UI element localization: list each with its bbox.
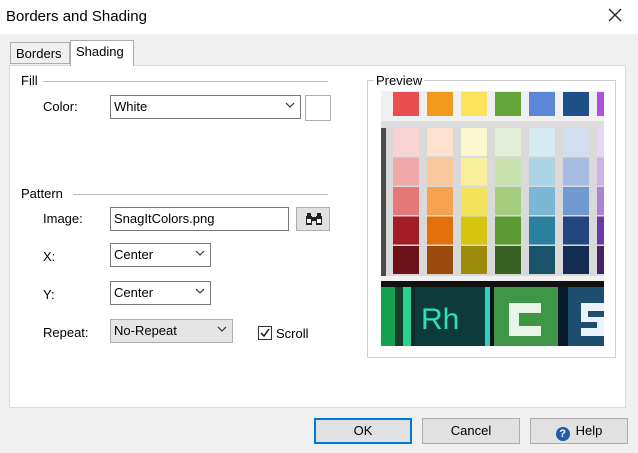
repeat-select[interactable]: No-Repeat [110, 319, 233, 343]
chevron-down-icon [285, 102, 295, 108]
browse-image-button[interactable] [296, 207, 330, 231]
palette-shade-swatch [529, 187, 555, 215]
palette-swatch [563, 92, 589, 116]
checkmark-icon [260, 328, 270, 338]
palette-shade-swatch [461, 216, 487, 245]
image-label: Image: [43, 211, 83, 226]
color-swatch-button[interactable] [305, 95, 331, 121]
palette-shade-swatch [529, 216, 555, 245]
pattern-group-label: Pattern [21, 186, 63, 201]
palette-swatch [427, 92, 453, 116]
fill-group-divider [43, 81, 328, 82]
y-label: Y: [43, 287, 55, 302]
title-bar: Borders and Shading [0, 0, 638, 34]
palette-shade-swatch [393, 216, 419, 245]
fill-group-label: Fill [21, 73, 38, 88]
ok-button-label: OK [353, 423, 373, 438]
palette-shade-swatch [427, 157, 453, 186]
app-tile-rh-text: Rh [421, 303, 459, 336]
tab-borders-label: Borders [16, 46, 62, 61]
color-select-value: White [114, 99, 148, 114]
y-position-value: Center [114, 285, 154, 300]
palette-shade-swatch [563, 128, 589, 156]
tab-shading[interactable]: Shading [70, 40, 134, 66]
palette-shade-swatch [461, 246, 487, 274]
palette-shade-swatch [529, 157, 555, 186]
palette-swatch [495, 92, 521, 116]
cancel-button[interactable]: Cancel [422, 418, 520, 444]
palette-shade-swatch [393, 246, 419, 274]
binoculars-icon [306, 213, 322, 225]
tab-borders[interactable]: Borders [10, 42, 70, 64]
repeat-label: Repeat: [43, 325, 89, 340]
scroll-label: Scroll [276, 326, 309, 341]
close-icon[interactable] [604, 5, 626, 27]
ok-button[interactable]: OK [314, 418, 412, 444]
palette-shade-swatch [563, 187, 589, 215]
palette-shade-swatch [495, 128, 521, 156]
x-position-value: Center [114, 247, 154, 262]
chevron-down-icon [195, 288, 205, 294]
palette-shade-swatch [495, 216, 521, 245]
pattern-group-divider [73, 194, 328, 195]
palette-shade-swatch [495, 246, 521, 274]
help-icon: ? [555, 427, 570, 441]
palette-shade-swatch [563, 157, 589, 186]
x-position-select[interactable]: Center [110, 243, 211, 267]
y-position-select[interactable]: Center [110, 281, 211, 305]
color-label: Color: [43, 99, 78, 114]
palette-shade-swatch [393, 187, 419, 215]
cancel-button-label: Cancel [450, 423, 492, 438]
palette-shade-swatch [529, 128, 555, 156]
help-button-label: Help [575, 423, 603, 438]
palette-shade-swatch [597, 246, 604, 274]
palette-shade-swatch [427, 246, 453, 274]
help-button[interactable]: ? Help [530, 418, 628, 444]
palette-shade-swatch [461, 187, 487, 215]
palette-shade-swatch [597, 187, 604, 215]
palette-shade-swatch [461, 157, 487, 186]
palette-shade-swatch [427, 187, 453, 215]
palette-shade-swatch [427, 216, 453, 245]
palette-shade-swatch [393, 157, 419, 186]
palette-swatch [461, 92, 487, 116]
color-select[interactable]: White [110, 95, 301, 119]
palette-shade-swatch [597, 216, 604, 245]
palette-swatch [393, 92, 419, 116]
palette-shade-swatch [597, 157, 604, 186]
palette-shade-swatch [461, 128, 487, 156]
image-path-value: SnagItColors.png [114, 211, 215, 226]
repeat-value: No-Repeat [114, 323, 177, 338]
palette-swatch [529, 92, 555, 116]
preview-label: Preview [374, 73, 425, 88]
palette-shade-swatch [495, 157, 521, 186]
window-title: Borders and Shading [6, 8, 147, 25]
palette-shade-swatch [563, 246, 589, 274]
palette-shade-swatch [529, 246, 555, 274]
palette-shade-swatch [393, 128, 419, 156]
palette-shade-swatch [495, 187, 521, 215]
x-label: X: [43, 249, 56, 264]
palette-shade-swatch [597, 128, 604, 156]
preview-image-graphic: Rh [381, 91, 604, 346]
palette-swatch [597, 92, 604, 116]
scroll-checkbox[interactable] [258, 326, 272, 340]
palette-shade-swatch [563, 216, 589, 245]
chevron-down-icon [195, 250, 205, 256]
preview-image: Rh [381, 91, 604, 346]
palette-shade-swatch [427, 128, 453, 156]
tab-shading-label: Shading [76, 44, 124, 59]
image-path-field[interactable]: SnagItColors.png [110, 207, 289, 231]
chevron-down-icon [217, 326, 227, 332]
